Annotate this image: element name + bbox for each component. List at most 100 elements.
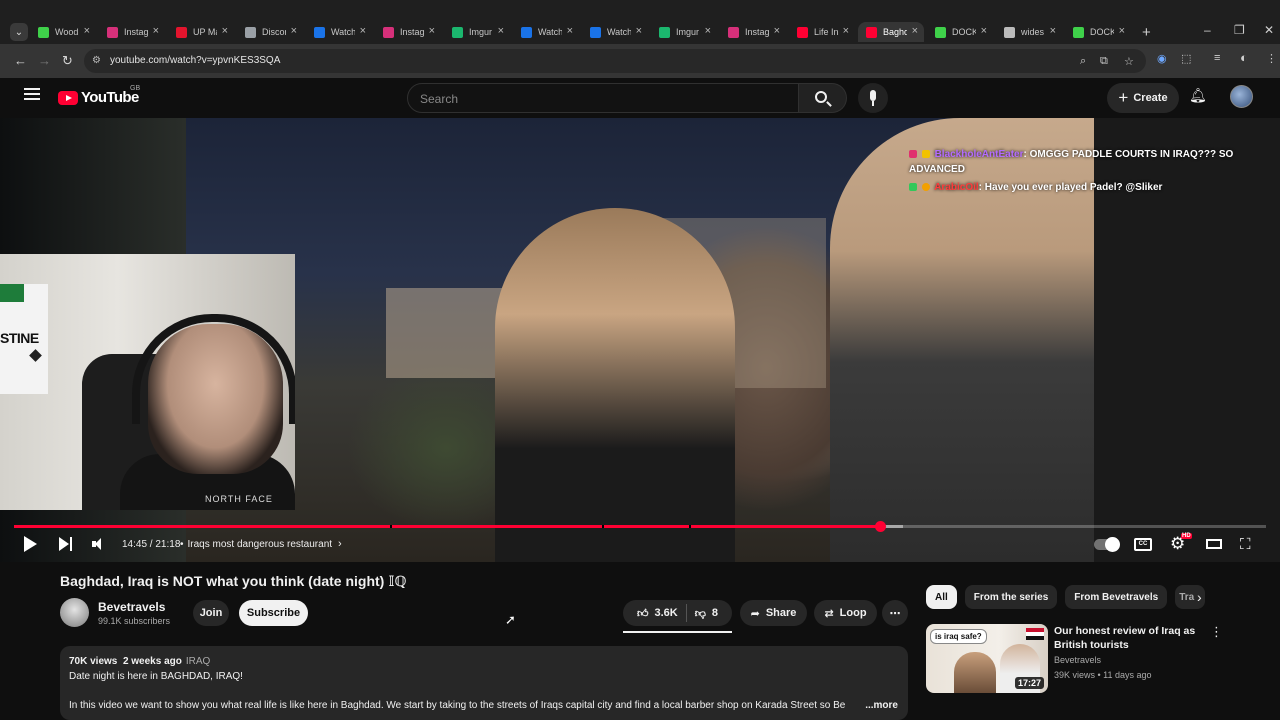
tab-favicon-icon bbox=[728, 26, 739, 38]
tab-favicon-icon bbox=[590, 26, 601, 38]
bookmark-star-icon[interactable]: ☆ bbox=[1124, 55, 1134, 68]
tab-close-icon[interactable]: × bbox=[1119, 25, 1125, 37]
recommended-channel[interactable]: Bevetravels bbox=[1054, 655, 1101, 665]
volume-button[interactable] bbox=[92, 533, 101, 555]
youtube-logo[interactable]: YouTube bbox=[58, 89, 139, 106]
browser-tab[interactable]: Watch × bbox=[582, 22, 648, 42]
browser-tab[interactable]: Imgur × bbox=[651, 22, 717, 42]
browser-tab[interactable]: Watch × bbox=[513, 22, 579, 42]
address-bar[interactable]: ⚙ youtube.com/watch?v=ypvnKES3SQA ⌕ ⧉ ☆ bbox=[84, 49, 1146, 73]
tab-favicon-icon bbox=[1004, 26, 1015, 38]
chevron-right-icon[interactable]: › bbox=[1197, 589, 1202, 605]
chapter-button[interactable]: • Iraqs most dangerous restaurant › bbox=[180, 533, 342, 555]
tab-close-icon[interactable]: × bbox=[84, 25, 90, 37]
reload-icon[interactable]: ↻ bbox=[62, 53, 73, 69]
fullscreen-button[interactable]: ⛶ bbox=[1240, 533, 1251, 555]
tab-close-icon[interactable]: × bbox=[429, 25, 435, 37]
tab-close-icon[interactable]: × bbox=[153, 25, 159, 37]
browser-tab[interactable]: Instag × bbox=[720, 22, 786, 42]
channel-avatar[interactable] bbox=[60, 598, 89, 627]
search-input[interactable]: Search bbox=[407, 83, 799, 113]
tab-close-icon[interactable]: × bbox=[498, 25, 504, 37]
autoplay-toggle[interactable] bbox=[1094, 533, 1120, 555]
zoom-icon[interactable]: ⌕ bbox=[1080, 55, 1086, 68]
browser-tab[interactable]: Instag × bbox=[99, 22, 165, 42]
browser-menu-icon[interactable]: ⋮ bbox=[1266, 52, 1277, 65]
like-button[interactable]: 👍︎ 3.6K bbox=[629, 600, 686, 626]
play-button[interactable] bbox=[24, 533, 38, 555]
subscribe-button[interactable]: Subscribe bbox=[239, 600, 308, 626]
browser-tab[interactable]: Discor × bbox=[237, 22, 303, 42]
hamburger-menu-icon[interactable] bbox=[24, 88, 40, 100]
create-button[interactable]: + Create bbox=[1107, 83, 1179, 113]
tab-close-icon[interactable]: × bbox=[705, 25, 711, 37]
chip-from-series[interactable]: From the series bbox=[964, 585, 1058, 609]
chat-badge-icon bbox=[909, 150, 917, 158]
tab-close-icon[interactable]: × bbox=[291, 25, 297, 37]
video-thumbnail[interactable]: is iraq safe? 17:27 bbox=[926, 624, 1048, 693]
thumbs-down-icon: 👎︎ bbox=[694, 607, 706, 620]
theater-mode-button[interactable] bbox=[1206, 533, 1222, 555]
description-box[interactable]: 70K views 2 weeks ago IRAQ Date night is … bbox=[60, 646, 908, 720]
browser-tab[interactable]: DOCK × bbox=[927, 22, 993, 42]
voice-search-button[interactable] bbox=[858, 83, 888, 113]
minimize-icon[interactable]: – bbox=[1204, 23, 1211, 37]
progress-bar[interactable] bbox=[14, 521, 1266, 532]
subtitles-button[interactable]: CC bbox=[1134, 533, 1152, 555]
tab-label: Instag bbox=[124, 27, 148, 37]
tab-close-icon[interactable]: × bbox=[843, 25, 849, 37]
next-button[interactable] bbox=[59, 533, 72, 555]
extensions-icon[interactable]: ⬚ bbox=[1181, 52, 1191, 65]
tab-label: Instag bbox=[745, 27, 769, 37]
dislike-button[interactable]: 👎︎ 8 bbox=[687, 600, 726, 626]
plus-icon: + bbox=[1118, 88, 1129, 107]
tab-close-icon[interactable]: × bbox=[222, 25, 228, 37]
tab-close-icon[interactable]: × bbox=[774, 25, 780, 37]
site-info-icon[interactable]: ⚙ bbox=[92, 55, 101, 66]
tab-close-icon[interactable]: × bbox=[567, 25, 573, 37]
hashtag[interactable]: IRAQ bbox=[186, 656, 210, 667]
browser-tab[interactable]: UP Ma × bbox=[168, 22, 234, 42]
chip-from-channel[interactable]: From Bevetravels bbox=[1065, 585, 1168, 609]
more-vertical-icon[interactable]: ⋮ bbox=[1210, 624, 1223, 640]
tab-close-icon[interactable]: × bbox=[981, 25, 987, 37]
extension-audio-icon[interactable]: ◉ bbox=[1157, 52, 1167, 65]
tab-close-icon[interactable]: × bbox=[636, 25, 642, 37]
tab-close-icon[interactable]: × bbox=[360, 25, 366, 37]
more-actions-button[interactable]: ⋯ bbox=[882, 600, 908, 626]
browser-tab[interactable]: Watch × bbox=[306, 22, 372, 42]
recommended-title[interactable]: Our honest review of Iraq as British tou… bbox=[1054, 624, 1204, 652]
browser-tab[interactable]: Instag × bbox=[375, 22, 441, 42]
tab-search-icon[interactable]: ⌄ bbox=[10, 23, 28, 41]
video-player[interactable]: BlackholeAntEater: OMGGG PADDLE COURTS I… bbox=[0, 118, 1280, 562]
show-more-button[interactable]: ...more bbox=[861, 700, 898, 711]
back-icon[interactable]: ← bbox=[14, 53, 27, 68]
notifications-bell-icon[interactable]: 🔔︎ bbox=[1189, 87, 1207, 104]
tab-label: Watch bbox=[607, 27, 631, 37]
browser-tab[interactable]: wides × bbox=[996, 22, 1062, 42]
browser-tab[interactable]: Baghd × bbox=[858, 22, 924, 42]
browser-tab[interactable]: Imgur × bbox=[444, 22, 510, 42]
profile-icon[interactable]: ◐ bbox=[1240, 50, 1248, 65]
tab-close-icon[interactable]: × bbox=[912, 25, 918, 37]
search-button[interactable] bbox=[799, 83, 847, 113]
browser-tab[interactable]: Wood × bbox=[30, 22, 96, 42]
maximize-icon[interactable]: ❐ bbox=[1234, 23, 1245, 37]
loop-button[interactable]: ⇄ Loop bbox=[814, 600, 877, 626]
share-button[interactable]: ➦ Share bbox=[740, 600, 807, 626]
chip-all[interactable]: All bbox=[926, 585, 957, 609]
install-icon[interactable]: ⧉ bbox=[1100, 55, 1108, 68]
browser-tab[interactable]: DOCK × bbox=[1065, 22, 1131, 42]
media-controls-icon[interactable]: ≡ bbox=[1214, 52, 1220, 64]
channel-name[interactable]: Bevetravels bbox=[98, 600, 165, 614]
account-avatar[interactable] bbox=[1230, 85, 1253, 108]
settings-button[interactable]: ⚙ HD bbox=[1170, 533, 1192, 555]
join-button[interactable]: Join bbox=[193, 600, 229, 626]
recommended-video[interactable]: is iraq safe? 17:27 Our honest review of… bbox=[926, 624, 1226, 694]
subtitles-icon: CC bbox=[1134, 537, 1152, 551]
browser-tab[interactable]: Life In × bbox=[789, 22, 855, 42]
new-tab-button[interactable]: + bbox=[1142, 24, 1151, 41]
window-close-icon[interactable]: ✕ bbox=[1264, 23, 1274, 37]
tab-close-icon[interactable]: × bbox=[1050, 25, 1056, 37]
forward-icon[interactable]: → bbox=[38, 53, 51, 68]
